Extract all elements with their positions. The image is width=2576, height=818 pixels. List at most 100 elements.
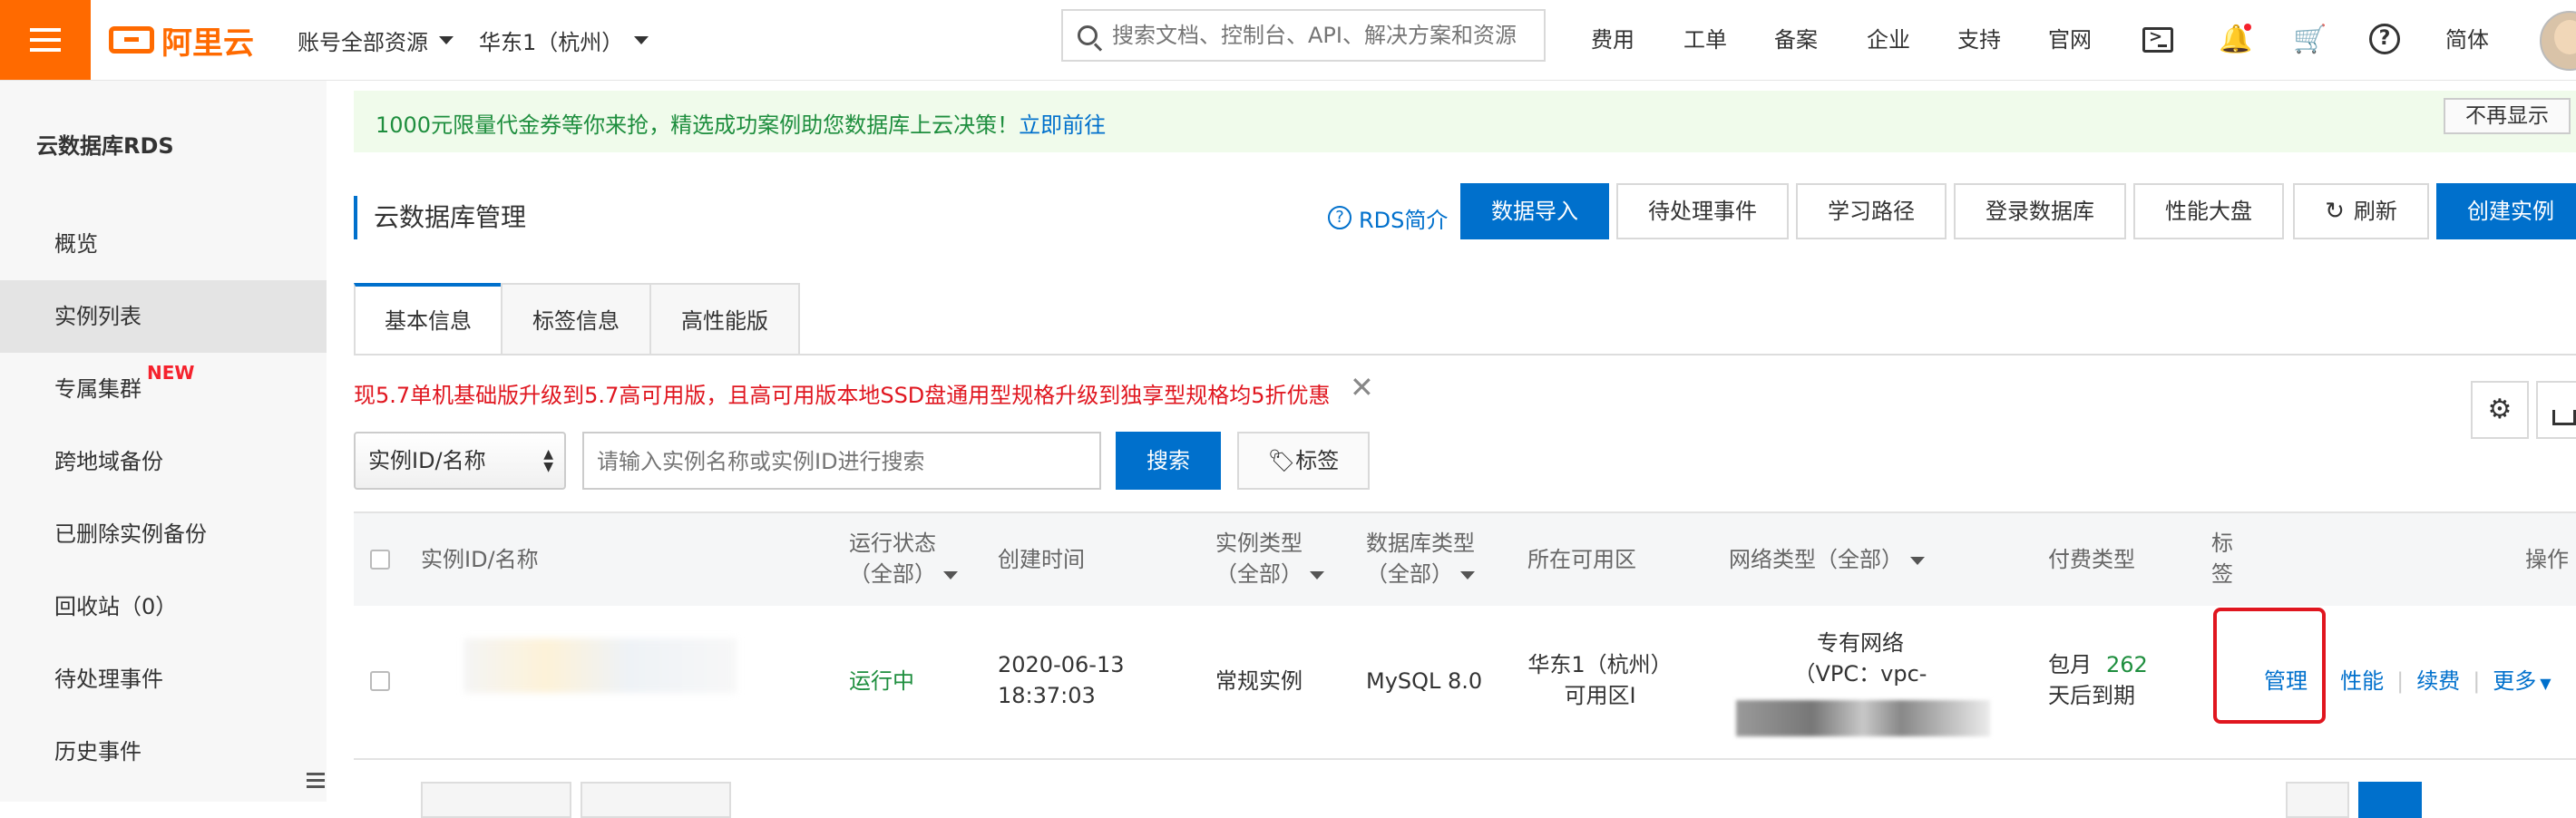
banner-link[interactable]: 立即前往 <box>1019 112 1106 138</box>
performance-dashboard-button[interactable]: 性能大盘 <box>2133 183 2284 239</box>
pagination-current[interactable] <box>2358 782 2422 818</box>
column-db-type[interactable]: 数据库类型 （全部） <box>1366 528 1475 589</box>
chevron-down-icon: ▼ <box>2540 675 2552 692</box>
select-all-checkbox[interactable] <box>370 550 390 570</box>
pending-events-button[interactable]: 待处理事件 <box>1616 183 1789 239</box>
language-switch[interactable]: 简体 <box>2445 22 2489 54</box>
banner-dismiss-button[interactable]: 不再显示 <box>2444 98 2571 134</box>
created-clock: 18:37:03 <box>998 683 1096 708</box>
instance-search-field[interactable] <box>582 432 1101 490</box>
column-network[interactable]: 网络类型（全部） <box>1729 544 1925 575</box>
nav-link-enterprise[interactable]: 企业 <box>1867 22 1910 54</box>
tag-filter-button[interactable]: 🏷标签 <box>1237 432 1370 490</box>
column-db-type-filter: （全部） <box>1366 561 1453 587</box>
column-instance-type-label: 实例类型 <box>1215 531 1303 556</box>
search-field-select[interactable]: 实例ID/名称 ▲ ▼ <box>354 432 566 490</box>
nav-link-official[interactable]: 官网 <box>2048 22 2092 54</box>
action-divider: | <box>2396 668 2405 694</box>
sidebar-item-pending-events[interactable]: 待处理事件 <box>0 643 327 716</box>
batch-action-button[interactable] <box>421 782 571 818</box>
sidebar-item-recycle-bin[interactable]: 回收站（0） <box>0 570 327 643</box>
created-date: 2020-06-13 <box>998 652 1125 677</box>
tab-divider <box>354 354 2576 355</box>
learning-path-button[interactable]: 学习路径 <box>1796 183 1947 239</box>
billing-type: 包月 262 天后到期 <box>2048 649 2148 711</box>
network-type-label: 专有网络 <box>1817 630 1904 656</box>
column-status-filter: （全部） <box>849 561 936 587</box>
action-divider: | <box>2473 668 2481 694</box>
bell-icon[interactable]: 🔔 <box>2219 24 2252 56</box>
close-icon[interactable]: ✕ <box>1350 370 1374 404</box>
terminal-icon[interactable] <box>2142 27 2173 53</box>
search-icon <box>1078 25 1098 45</box>
help-circle-icon: ? <box>1328 206 1351 229</box>
tab-basic-info[interactable]: 基本信息 <box>354 283 503 355</box>
zone: 华东1（杭州） 可用区I <box>1518 649 1682 711</box>
billing-expiry: 天后到期 <box>2048 683 2135 708</box>
top-bar: 阿里云 账号全部资源 华东1（杭州） 费用 工单 备案 企业 支持 官网 🔔 🛒… <box>0 0 2576 81</box>
more-dropdown[interactable]: 更多 ▼ <box>2493 668 2551 694</box>
data-import-button[interactable]: 数据导入 <box>1460 183 1609 239</box>
instance-search-input[interactable] <box>584 433 1088 490</box>
sidebar-collapse-icon[interactable] <box>307 773 325 791</box>
region-dropdown[interactable]: 华东1（杭州） <box>479 20 649 60</box>
performance-link[interactable]: 性能 <box>2340 668 2384 694</box>
column-tags-label-1: 标 <box>2211 531 2233 556</box>
sidebar-item-dedicated-cluster[interactable]: 专属集群 NEW <box>0 353 327 425</box>
create-instance-button[interactable]: 创建实例 <box>2436 183 2576 239</box>
account-scope-dropdown[interactable]: 账号全部资源 <box>298 20 454 60</box>
cart-icon[interactable]: 🛒 <box>2293 24 2327 56</box>
renew-link[interactable]: 续费 <box>2416 668 2460 694</box>
avatar[interactable] <box>2540 11 2576 71</box>
zone-region: 华东1（杭州） <box>1527 652 1673 677</box>
banner-message: 1000元限量代金券等你来抢，精选成功案例助您数据库上云决策！ <box>376 112 1020 138</box>
sidebar: 云数据库RDS 概览 实例列表 专属集群 NEW 跨地域备份 已删除实例备份 回… <box>0 81 327 802</box>
brand-logo[interactable]: 阿里云 <box>109 18 254 62</box>
sidebar-item-overview[interactable]: 概览 <box>0 208 327 280</box>
sidebar-item-history-events[interactable]: 历史事件 <box>0 716 327 788</box>
chevron-down-icon <box>439 35 454 44</box>
rds-intro-link[interactable]: ? RDS简介 <box>1328 196 1448 239</box>
export-icon[interactable] <box>2536 381 2576 439</box>
row-checkbox[interactable] <box>370 671 390 691</box>
upgrade-promo-text: 现5.7单机基础版升级到5.7高可用版，且高可用版本地SSD盘通用型规格升级到独… <box>354 383 1331 408</box>
network-vpc: （VPC：vpc- <box>1793 661 1927 687</box>
global-search-input[interactable] <box>1110 22 1531 49</box>
new-badge: NEW <box>147 362 195 384</box>
chevron-down-icon <box>634 35 649 44</box>
tab-tag-info[interactable]: 标签信息 <box>501 283 651 355</box>
promo-banner: 1000元限量代金券等你来抢，精选成功案例助您数据库上云决策！立即前往 不再显示 <box>354 91 2576 152</box>
column-tags: 标 签 <box>2211 528 2233 589</box>
search-button[interactable]: 搜索 <box>1116 432 1221 490</box>
sidebar-item-cross-region-backup[interactable]: 跨地域备份 <box>0 425 327 498</box>
sidebar-item-deleted-backup[interactable]: 已删除实例备份 <box>0 498 327 570</box>
nav-link-billing[interactable]: 费用 <box>1591 22 1634 54</box>
column-db-type-label: 数据库类型 <box>1366 531 1475 556</box>
gear-icon[interactable]: ⚙ <box>2471 381 2529 439</box>
status-badge: 运行中 <box>849 668 914 694</box>
column-billing: 付费类型 <box>2048 547 2135 572</box>
select-arrows-icon: ▲ ▼ <box>543 447 553 474</box>
db-type: MySQL 8.0 <box>1366 668 1483 694</box>
column-status[interactable]: 运行状态 （全部） <box>849 528 958 589</box>
column-instance-type[interactable]: 实例类型 （全部） <box>1215 528 1324 589</box>
billing-days: 262 <box>2106 652 2148 677</box>
global-search[interactable] <box>1061 9 1546 62</box>
tab-high-performance[interactable]: 高性能版 <box>649 283 800 355</box>
nav-link-ticket[interactable]: 工单 <box>1683 22 1727 54</box>
menu-icon[interactable] <box>0 0 91 80</box>
refresh-icon: ↻ <box>2325 198 2345 225</box>
pagination-prev[interactable] <box>2286 782 2349 818</box>
refresh-button[interactable]: ↻ 刷新 <box>2293 183 2429 239</box>
redacted-vpc-id <box>1736 700 1990 736</box>
sidebar-item-label: 专属集群 <box>54 376 141 402</box>
help-icon[interactable]: ? <box>2369 24 2400 54</box>
rds-intro-label: RDS简介 <box>1359 207 1449 233</box>
login-database-button[interactable]: 登录数据库 <box>1954 183 2126 239</box>
batch-tag-button[interactable] <box>581 782 731 818</box>
nav-link-support[interactable]: 支持 <box>1957 22 2001 54</box>
region-label: 华东1（杭州） <box>479 29 624 55</box>
instance-type: 常规实例 <box>1215 668 1303 694</box>
nav-link-filing[interactable]: 备案 <box>1774 22 1818 54</box>
chevron-down-icon <box>1460 570 1475 579</box>
